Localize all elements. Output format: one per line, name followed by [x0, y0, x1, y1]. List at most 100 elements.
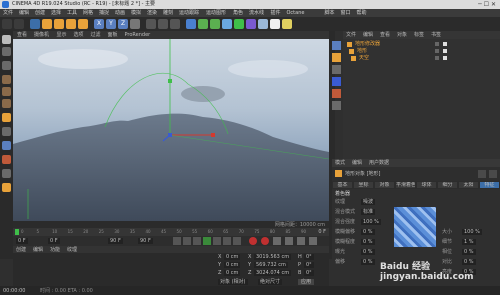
takes-manager-icon[interactable]	[332, 89, 341, 98]
size-field-2[interactable]: 3024.074 cm	[254, 270, 292, 276]
cube-icon[interactable]	[186, 19, 196, 29]
floor-icon[interactable]	[258, 19, 268, 29]
object-name[interactable]: 地形	[357, 48, 367, 54]
object-menu-4[interactable]: 标签	[414, 32, 424, 38]
object-menu-0[interactable]: 文件	[346, 32, 356, 38]
prev-frame-icon[interactable]	[193, 237, 201, 245]
viewport-menu-0[interactable]: 查看	[17, 32, 27, 38]
3d-viewport[interactable]	[13, 39, 329, 221]
scale-key-icon[interactable]	[297, 237, 305, 245]
points-mode-icon[interactable]	[2, 75, 11, 84]
menu-item-13[interactable]: 角色	[233, 10, 243, 16]
menu-item-6[interactable]: 捕捉	[99, 10, 109, 16]
texture-mode-icon[interactable]	[2, 47, 11, 56]
attribute-tab-7[interactable]: 特征	[480, 182, 499, 188]
menu-item-9[interactable]: 渲染	[147, 10, 157, 16]
scale-tool-icon[interactable]	[54, 19, 64, 29]
menu-item-1[interactable]: 编辑	[19, 10, 29, 16]
x-axis-lock-icon[interactable]: X	[94, 19, 104, 29]
goto-end-icon[interactable]	[233, 237, 241, 245]
attribute-field-value[interactable]: 0 %	[361, 249, 375, 255]
recent-tool-icon[interactable]	[78, 19, 88, 29]
play-icon[interactable]	[203, 237, 211, 245]
tag-icon[interactable]	[443, 49, 447, 53]
undo-icon[interactable]	[2, 19, 12, 29]
window-controls[interactable]: ─ ☐ ✕	[478, 1, 496, 8]
camera-icon[interactable]	[270, 19, 280, 29]
redo-icon[interactable]	[14, 19, 24, 29]
object-menu-3[interactable]: 对象	[397, 32, 407, 38]
y-axis-lock-icon[interactable]: Y	[106, 19, 116, 29]
attribute-tab-1[interactable]: 坐标	[354, 182, 373, 188]
object-name[interactable]: 地形修改器	[355, 41, 380, 47]
attribute-menu-0[interactable]: 模式	[335, 160, 345, 166]
goto-start-icon[interactable]	[173, 237, 181, 245]
lock-icon[interactable]	[478, 170, 486, 178]
objects-manager-icon[interactable]	[332, 41, 341, 50]
menu-item-15[interactable]: 插件	[271, 10, 281, 16]
attribute-field-value[interactable]: 噪波	[361, 199, 376, 205]
content-browser-icon[interactable]	[332, 53, 341, 62]
attribute-tab-3[interactable]: 平滑着色(Phong)	[396, 182, 415, 188]
paint-icon[interactable]	[2, 183, 11, 192]
current-frame-field[interactable]: 0 F	[48, 238, 60, 244]
subdivision-surface-icon[interactable]	[210, 19, 220, 29]
next-frame-icon[interactable]	[213, 237, 221, 245]
attribute-field-value[interactable]: 0 %	[361, 259, 375, 265]
attribute-right-value[interactable]: 100 %	[462, 229, 482, 235]
array-icon[interactable]	[222, 19, 232, 29]
workplane-icon[interactable]	[2, 61, 11, 70]
keyframe-selection-icon[interactable]	[273, 237, 281, 245]
render-picture-viewer-icon[interactable]	[158, 19, 168, 29]
coordinate-system-icon[interactable]	[130, 19, 140, 29]
rot-field-1[interactable]: 0°	[304, 262, 314, 268]
attribute-field-value[interactable]: 100 %	[361, 219, 381, 225]
rotate-tool-icon[interactable]	[66, 19, 76, 29]
menu-item-19[interactable]: 帮助	[357, 10, 367, 16]
menu-item-4[interactable]: 工具	[67, 10, 77, 16]
visibility-dot[interactable]	[435, 56, 439, 60]
rot-field-0[interactable]: 0°	[304, 254, 314, 260]
attribute-menu-1[interactable]: 编辑	[352, 160, 362, 166]
viewport-menu-4[interactable]: 过滤	[91, 32, 101, 38]
select-tool-icon[interactable]	[30, 19, 40, 29]
attribute-field-value[interactable]: 标准	[361, 209, 376, 215]
terrain-mesh[interactable]	[13, 113, 329, 221]
size-field-0[interactable]: 3019.563 cm	[254, 254, 292, 260]
timeline-ruler[interactable]: 0 5 10 15 20 25 30 35 40 45 50 55 60 65 70 75 80 85 90 0 F	[13, 228, 329, 236]
menu-item-16[interactable]: Octane	[287, 10, 305, 16]
tag-icon[interactable]	[443, 56, 447, 60]
layers-manager-icon[interactable]	[332, 77, 341, 86]
attribute-tab-2[interactable]: 对象	[375, 182, 394, 188]
preview-end-field[interactable]: 90 F	[138, 238, 153, 244]
attribute-tab-0[interactable]: 基本	[333, 182, 352, 188]
pos-field-1[interactable]: 0 cm	[224, 262, 241, 268]
record-icon[interactable]	[249, 237, 257, 245]
menu-item-3[interactable]: 选择	[51, 10, 61, 16]
menu-item-18[interactable]: 窗口	[341, 10, 351, 16]
viewport-menu-5[interactable]: 面板	[108, 32, 118, 38]
object-menu-5[interactable]: 书签	[431, 32, 441, 38]
menu-item-2[interactable]: 创建	[35, 10, 45, 16]
menu-item-10[interactable]: 雕刻	[163, 10, 173, 16]
pos-field-0[interactable]: 0 cm	[224, 254, 241, 260]
object-row[interactable]: 天空	[343, 55, 500, 62]
tag-icon[interactable]	[443, 42, 447, 46]
viewport-menu-1[interactable]: 摄像机	[34, 32, 49, 38]
noise-preview-swatch[interactable]	[394, 207, 436, 247]
viewport-menu-2[interactable]: 显示	[57, 32, 67, 38]
menu-item-0[interactable]: 文件	[3, 10, 13, 16]
cloner-icon[interactable]	[234, 19, 244, 29]
menu-item-12[interactable]: 运动图形	[206, 10, 226, 16]
menu-item-14[interactable]: 流水线	[249, 10, 264, 16]
object-row[interactable]: 地形	[343, 48, 500, 55]
start-frame-field[interactable]: 0 F	[16, 238, 28, 244]
position-key-icon[interactable]	[285, 237, 293, 245]
end-frame-field[interactable]: 90 F	[108, 238, 123, 244]
menu-item-8[interactable]: 模拟	[131, 10, 141, 16]
pos-field-2[interactable]: 0 cm	[224, 270, 241, 276]
menu-item-11[interactable]: 运动跟踪	[179, 10, 199, 16]
object-menu-2[interactable]: 查看	[380, 32, 390, 38]
menu-item-17[interactable]: 脚本	[325, 10, 335, 16]
render-settings-icon[interactable]	[170, 19, 180, 29]
